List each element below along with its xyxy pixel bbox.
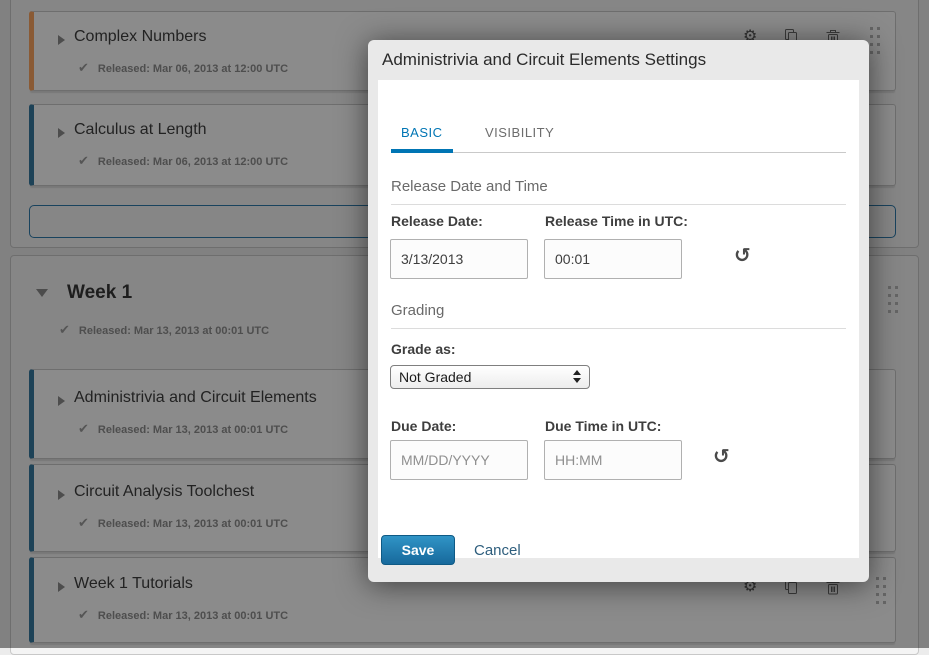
reset-due-icon[interactable]: ↺ [713,446,730,466]
release-section-heading: Release Date and Time [391,178,846,205]
select-spinner-icon [573,370,581,383]
grade-as-label: Grade as: [391,341,456,357]
due-date-input[interactable] [390,440,528,480]
modal-body: BASIC VISIBILITY Release Date and Time R… [378,80,859,558]
grade-as-selected-value: Not Graded [399,369,471,385]
release-time-input[interactable] [544,239,682,279]
save-button[interactable]: Save [381,535,455,565]
modal-tabs: BASIC VISIBILITY [391,124,846,153]
subsection-settings-modal: Administrivia and Circuit Elements Setti… [368,40,869,582]
due-time-label: Due Time in UTC: [545,418,661,434]
modal-title: Administrivia and Circuit Elements Setti… [382,50,706,70]
reset-release-icon[interactable]: ↺ [734,245,751,265]
release-time-label: Release Time in UTC: [545,213,688,229]
tab-visibility[interactable]: VISIBILITY [475,125,564,149]
tab-basic[interactable]: BASIC [391,125,453,153]
release-date-input[interactable] [390,239,528,279]
grading-section-heading: Grading [391,302,846,329]
grade-as-select[interactable]: Not Graded [390,365,590,389]
due-date-label: Due Date: [391,418,456,434]
due-time-input[interactable] [544,440,682,480]
cancel-button[interactable]: Cancel [474,542,521,559]
release-date-label: Release Date: [391,213,483,229]
